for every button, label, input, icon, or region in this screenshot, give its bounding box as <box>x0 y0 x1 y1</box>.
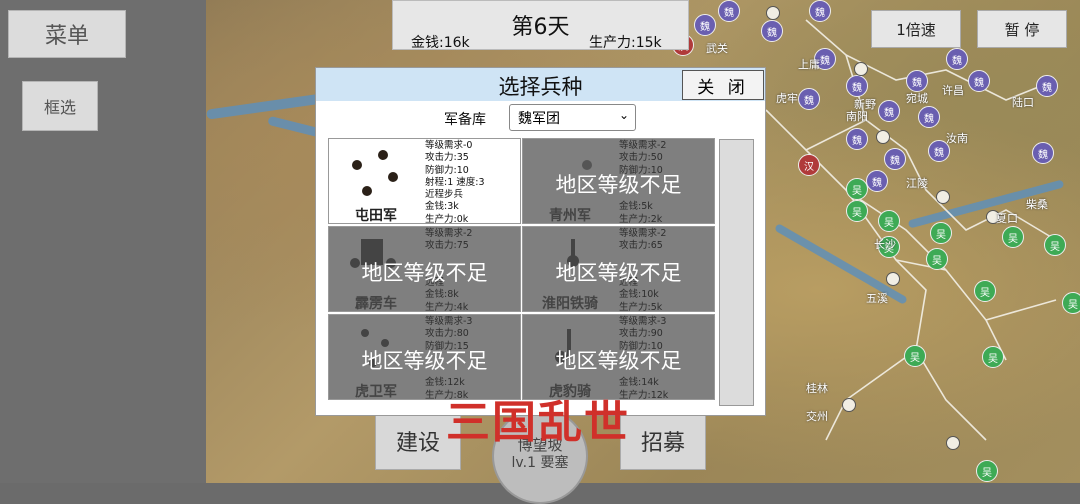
wei-city-marker[interactable]: 魏 <box>846 75 868 97</box>
game-logo-watermark: 三国乱世 <box>446 397 630 448</box>
box-select-button[interactable]: 框选 <box>22 81 98 131</box>
wu-city-marker[interactable]: 吴 <box>1062 292 1080 314</box>
menu-button[interactable]: 菜单 <box>8 10 126 58</box>
production-readout: 生产力:15k <box>589 35 662 51</box>
unit-name: 虎卫军 <box>355 384 397 400</box>
map-place-label: 宛城 <box>906 92 928 105</box>
wu-city-marker[interactable]: 吴 <box>930 222 952 244</box>
wei-city-marker[interactable]: 魏 <box>809 0 831 22</box>
wu-city-marker[interactable]: 吴 <box>974 280 996 302</box>
neutral-city-marker[interactable] <box>946 436 960 450</box>
map-place-label: 交州 <box>806 410 828 423</box>
locked-message: 地区等级不足 <box>555 173 682 197</box>
map-place-label: 陆口 <box>1012 96 1034 109</box>
han-city-marker[interactable]: 汉 <box>798 154 820 176</box>
wei-city-marker[interactable]: 魏 <box>846 128 868 150</box>
map-place-label: 许昌 <box>942 84 964 97</box>
wu-city-marker[interactable]: 吴 <box>1002 226 1024 248</box>
wu-city-marker[interactable]: 吴 <box>846 178 868 200</box>
wei-city-marker[interactable]: 魏 <box>918 106 940 128</box>
unit-list-scrollbar[interactable] <box>719 139 754 406</box>
locked-message: 地区等级不足 <box>555 261 682 285</box>
wu-city-marker[interactable]: 吴 <box>976 460 998 482</box>
neutral-city-marker[interactable] <box>886 272 900 286</box>
map-place-label: 武关 <box>706 42 728 55</box>
unit-select-dialog: 选择兵种 关 闭 军备库 魏军团 ⌄ 等级需求-0 攻击力:35 防御力:10 … <box>315 67 766 416</box>
neutral-city-marker[interactable] <box>842 398 856 412</box>
soldier-icon <box>352 150 398 196</box>
locked-message: 地区等级不足 <box>361 349 488 373</box>
map-place-label: 五溪 <box>866 292 888 305</box>
armory-label: 军备库 <box>444 112 486 128</box>
wu-city-marker[interactable]: 吴 <box>926 248 948 270</box>
unit-card-locked[interactable]: 等级需求-2 攻击力:65 近程 金钱:10k 生产力:5k 淮阳铁骑 地区等级… <box>522 226 715 312</box>
armory-dropdown[interactable]: 魏军团 ⌄ <box>509 104 636 131</box>
locked-message: 地区等级不足 <box>555 349 682 373</box>
map-place-label: 虎牢 <box>776 92 798 105</box>
map-place-label: 桂林 <box>806 382 828 395</box>
map-place-label: 上庸 <box>798 58 820 71</box>
unit-name: 青州军 <box>549 208 591 224</box>
map-place-label: 汝南 <box>946 132 968 145</box>
wu-city-marker[interactable]: 吴 <box>982 346 1004 368</box>
wei-city-marker[interactable]: 魏 <box>1032 142 1054 164</box>
armory-selected-value: 魏军团 <box>518 110 560 127</box>
map-place-label: 南阳 <box>846 110 868 123</box>
money-readout: 金钱:16k <box>411 35 470 51</box>
wei-city-marker[interactable]: 魏 <box>798 88 820 110</box>
map-place-label: 夏口 <box>996 212 1018 225</box>
wei-city-marker[interactable]: 魏 <box>968 70 990 92</box>
wei-city-marker[interactable]: 魏 <box>694 14 716 36</box>
unit-card[interactable]: 等级需求-0 攻击力:35 防御力:10 射程:1 速度:3 近程步兵 金钱:3… <box>328 138 521 224</box>
wu-city-marker[interactable]: 吴 <box>1044 234 1066 256</box>
unit-stats: 等级需求-0 攻击力:35 防御力:10 射程:1 速度:3 近程步兵 金钱:3… <box>425 140 485 224</box>
chevron-down-icon: ⌄ <box>618 108 629 122</box>
wu-city-marker[interactable]: 吴 <box>878 210 900 232</box>
wei-city-marker[interactable]: 魏 <box>866 170 888 192</box>
wei-city-marker[interactable]: 魏 <box>761 20 783 42</box>
close-button[interactable]: 关 闭 <box>682 70 764 100</box>
unit-card-locked[interactable]: 等级需求-2 攻击力:75 远程 金钱:8k 生产力:4k 霹雳车 地区等级不足 <box>328 226 521 312</box>
wei-city-marker[interactable]: 魏 <box>878 100 900 122</box>
wei-city-marker[interactable]: 魏 <box>946 48 968 70</box>
left-sidebar: 菜单 框选 <box>0 0 206 483</box>
map-place-label: 长沙 <box>874 238 896 251</box>
unit-name: 霹雳车 <box>355 296 397 312</box>
unit-name: 淮阳铁骑 <box>542 296 598 312</box>
wu-city-marker[interactable]: 吴 <box>904 345 926 367</box>
locked-message: 地区等级不足 <box>361 261 488 285</box>
pause-button[interactable]: 暂 停 <box>977 10 1067 48</box>
neutral-city-marker[interactable] <box>854 62 868 76</box>
city-level: lv.1 要塞 <box>511 455 569 471</box>
neutral-city-marker[interactable] <box>766 6 780 20</box>
wu-city-marker[interactable]: 吴 <box>846 200 868 222</box>
wei-city-marker[interactable]: 魏 <box>718 0 740 22</box>
day-status-panel: 第6天 金钱:16k 生产力:15k <box>392 0 689 51</box>
neutral-city-marker[interactable] <box>876 130 890 144</box>
neutral-city-marker[interactable] <box>936 190 950 204</box>
wei-city-marker[interactable]: 魏 <box>884 148 906 170</box>
unit-name: 屯田军 <box>355 208 397 224</box>
game-speed-button[interactable]: 1倍速 <box>871 10 961 48</box>
map-place-label: 柴桑 <box>1026 198 1048 211</box>
map-place-label: 江陵 <box>906 177 928 190</box>
wei-city-marker[interactable]: 魏 <box>906 70 928 92</box>
unit-card-locked[interactable]: 等级需求-2 攻击力:50 防御力:10 金钱:5k 生产力:2k 青州军 地区… <box>522 138 715 224</box>
wei-city-marker[interactable]: 魏 <box>1036 75 1058 97</box>
